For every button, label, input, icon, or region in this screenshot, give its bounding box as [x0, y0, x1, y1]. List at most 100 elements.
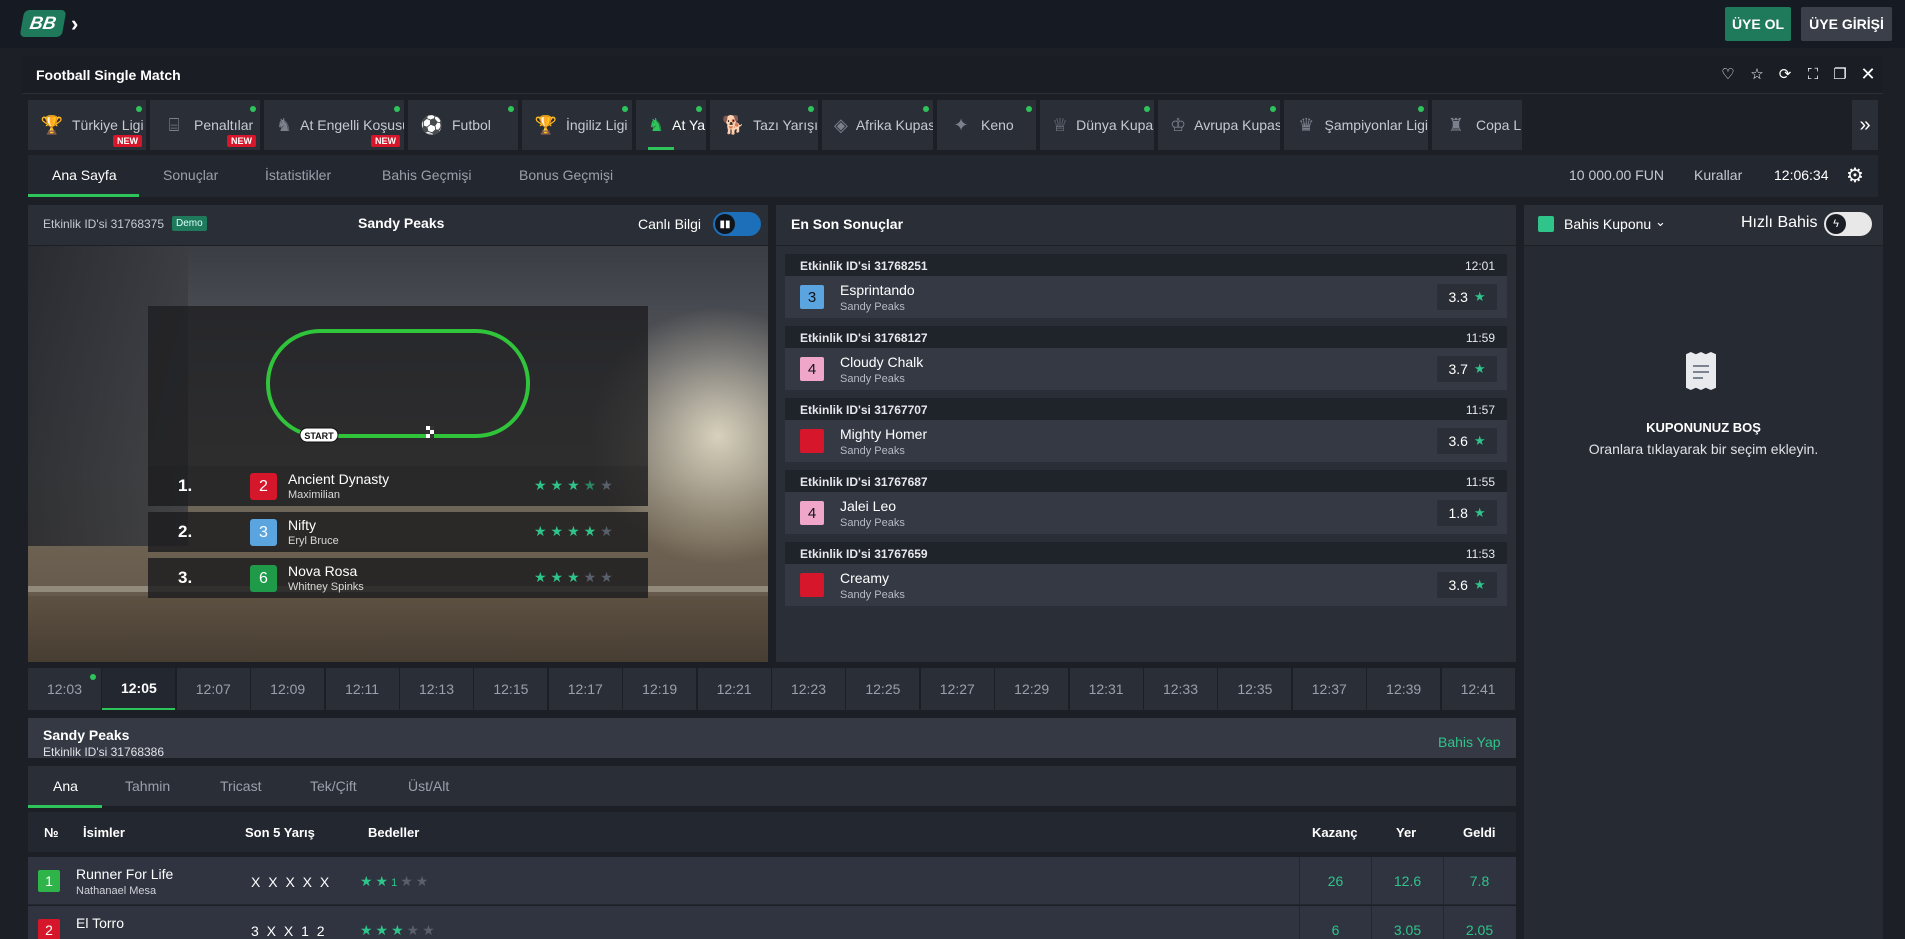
brand-logo[interactable]: BB	[19, 10, 67, 37]
winner-name: Cloudy Chalk	[840, 354, 924, 370]
race-time-slot[interactable]: 12:19	[623, 668, 697, 710]
chevron-down-icon[interactable]: ⌄	[1655, 214, 1666, 230]
race-time-slot[interactable]: 12:11	[325, 668, 399, 710]
horse-number: 6	[250, 565, 277, 592]
odd-win[interactable]: 6	[1299, 906, 1371, 939]
race-time-slot[interactable]: 12:29	[995, 668, 1069, 710]
nav-bonus-history[interactable]: Bonus Geçmişi	[519, 167, 613, 183]
race-time-slot[interactable]: 12:35	[1218, 668, 1292, 710]
odd-place[interactable]: 3.05	[1371, 906, 1443, 939]
race-time-slot[interactable]: 12:23	[772, 668, 845, 710]
result-item: Etkinlik ID'si 31767659 11:53 2 Creamy Sandy…	[785, 542, 1507, 606]
race-time-slot[interactable]: 12:27	[920, 668, 994, 710]
live-info-label: Canlı Bilgi	[638, 216, 702, 232]
odd-show[interactable]: 7.8	[1443, 857, 1515, 905]
market-tab-tricast[interactable]: Tricast	[220, 778, 261, 794]
horse-icon: ♞	[648, 114, 665, 135]
col-place: Yer	[1396, 825, 1417, 840]
race-time-slot[interactable]: 12:09	[251, 668, 325, 710]
game-tab[interactable]: ♕ Dünya Kupası	[1040, 100, 1154, 150]
close-icon[interactable]: ✕	[1858, 64, 1878, 84]
place-bet-button[interactable]: Bahis Yap	[1438, 734, 1501, 750]
game-tab[interactable]: ♔ Avrupa Kupası	[1158, 100, 1280, 150]
nav-bet-history[interactable]: Bahis Geçmişi	[382, 167, 471, 183]
betslip-title[interactable]: Bahis Kuponu	[1564, 216, 1651, 232]
result-time: 11:55	[1465, 475, 1495, 489]
race-time-slot[interactable]: 12:07	[176, 668, 250, 710]
tabs-scroll-right-icon[interactable]: »	[1852, 100, 1878, 150]
window-title: Football Single Match	[36, 67, 181, 83]
odd-win[interactable]: 26	[1299, 857, 1371, 905]
betslip-empty-text: Oranlara tıklayarak bir seçim ekleyin.	[1588, 441, 1819, 457]
football-icon: ⚽	[420, 114, 444, 135]
game-tab[interactable]: ⚽ Futbol	[408, 100, 518, 150]
winner-number: 4	[800, 501, 824, 525]
login-button[interactable]: ÜYE GİRİŞİ	[1801, 7, 1892, 41]
race-time-slot[interactable]: 12:37	[1292, 668, 1366, 710]
winner-odd: 3.6 ★	[1437, 428, 1497, 454]
market-tab-over-under[interactable]: Üst/Alt	[408, 778, 449, 794]
nav-home[interactable]: Ana Sayfa	[52, 167, 117, 183]
settings-gear-icon[interactable]: ⚙	[1846, 163, 1864, 188]
game-tab[interactable]: 🏆 İngiliz Ligi	[522, 100, 632, 150]
game-tab[interactable]: ♛ Şampiyonlar Ligi	[1284, 100, 1428, 150]
star-icon: ★	[1473, 433, 1486, 448]
heart-icon[interactable]: ♡	[1718, 64, 1738, 84]
race-time-slot[interactable]: 12:25	[846, 668, 920, 710]
race-time-slot[interactable]: 12:17	[548, 668, 622, 710]
register-button[interactable]: ÜYE OL	[1725, 7, 1791, 41]
market-tab-forecast[interactable]: Tahmin	[125, 778, 170, 794]
fullscreen-icon[interactable]: ⛶	[1803, 64, 1823, 84]
live-info-toggle[interactable]: ▮▮	[713, 212, 761, 236]
race-time-slot[interactable]: 12:15	[474, 668, 548, 710]
market-tab-main[interactable]: Ana	[53, 778, 78, 794]
winner-odd: 3.7 ★	[1437, 356, 1497, 382]
winner-name: Mighty Homer	[840, 426, 928, 442]
race-time-slot[interactable]: 12:41	[1441, 668, 1515, 710]
game-tab[interactable]: ⌸ Penaltılar NEW	[150, 100, 260, 150]
rules-link[interactable]: Kurallar	[1694, 167, 1742, 183]
trophy-icon: 🏆	[534, 114, 558, 135]
result-header: Etkinlik ID'si 31767707 11:57	[785, 398, 1507, 420]
live-dot	[250, 106, 256, 112]
race-time-slot[interactable]: 12:13	[400, 668, 473, 710]
runner-number: 2	[38, 919, 60, 939]
runner-name: Runner For Life	[76, 866, 174, 882]
restore-window-icon[interactable]: ❐	[1830, 64, 1850, 84]
race-time-slot[interactable]: 12:21	[697, 668, 771, 710]
game-tab[interactable]: ✦ Keno	[937, 100, 1036, 150]
game-tab[interactable]: ◈ Afrika Kupas	[822, 100, 933, 150]
game-tab-label: Dünya Kupası	[1076, 117, 1154, 133]
race-time-slot[interactable]: 12:33	[1144, 668, 1217, 710]
game-tab[interactable]: 🏆 Türkiye Ligi NEW	[28, 100, 146, 150]
race-time-slot[interactable]: 12:39	[1367, 668, 1441, 710]
game-tab[interactable]: 🐕 Tazı Yarışı	[710, 100, 818, 150]
result-item: Etkinlik ID'si 31768127 11:59 4 Cloudy Chal…	[785, 326, 1507, 390]
winner-name: Jalei Leo	[840, 498, 897, 514]
last-five-form: X X X X X	[251, 874, 332, 890]
refresh-icon[interactable]: ⟳	[1775, 64, 1795, 84]
star-icon[interactable]: ☆	[1747, 64, 1767, 84]
race-time-slot[interactable]: 12:05	[102, 668, 176, 710]
chevron-right-icon[interactable]: ›	[71, 11, 78, 37]
result-header: Etkinlik ID'si 31767659 11:53	[785, 542, 1507, 564]
result-body: 2 Mighty Homer Sandy Peaks 3.6 ★	[785, 420, 1507, 462]
winner-odd: 3.3 ★	[1437, 284, 1497, 310]
game-tab[interactable]: ♞ At Yarışı	[636, 100, 706, 150]
race-time-slot[interactable]: 12:31	[1069, 668, 1143, 710]
market-tab-odd-even[interactable]: Tek/Çift	[310, 778, 357, 794]
game-tab[interactable]: ♜ Copa L	[1432, 100, 1522, 150]
fast-bet-toggle[interactable]: ϟ	[1824, 212, 1872, 236]
nav-results[interactable]: Sonuçlar	[163, 167, 218, 183]
game-tab-label: Şampiyonlar Ligi	[1324, 117, 1429, 133]
game-tab-label: Tazı Yarışı	[753, 117, 818, 133]
nav-statistics[interactable]: İstatistikler	[265, 167, 331, 183]
game-tab[interactable]: ♞ At Engelli Koşusu NEW	[264, 100, 404, 150]
nav-active-underline	[28, 194, 139, 197]
odd-show[interactable]: 2.05	[1443, 906, 1515, 939]
odd-place[interactable]: 12.6	[1371, 857, 1443, 905]
empty-receipt-icon	[1686, 352, 1716, 390]
greyhound-icon: 🐕	[722, 114, 745, 135]
africa-icon: ◈	[834, 114, 848, 135]
live-dot	[1270, 106, 1276, 112]
